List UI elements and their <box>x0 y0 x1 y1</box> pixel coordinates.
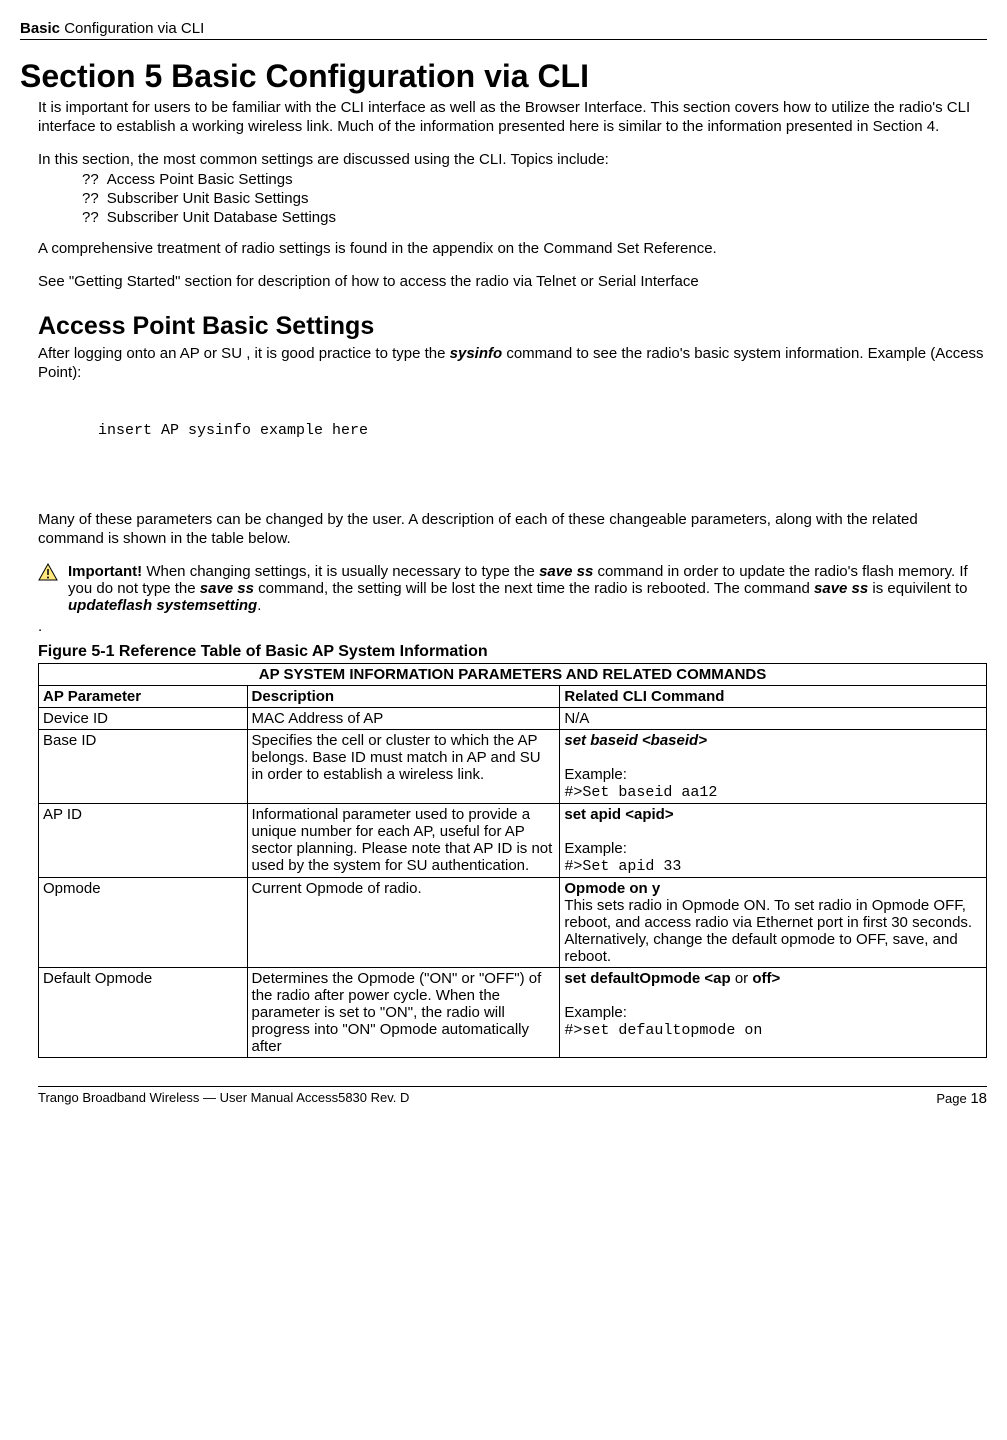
list-item-label: Subscriber Unit Basic Settings <box>107 190 309 207</box>
cell-param: Device ID <box>39 707 248 729</box>
bullet-mark: ?? <box>82 171 99 188</box>
page-footer: Trango Broadband Wireless — User Manual … <box>38 1086 987 1107</box>
cell-desc: Informational parameter used to provide … <box>247 803 560 877</box>
aps-paragraph-2: Many of these parameters can be changed … <box>38 511 987 549</box>
header-bold: Basic <box>20 20 60 37</box>
cell-cmd: set baseid <baseid> Example: #>Set basei… <box>560 729 987 803</box>
imp-cmd3: save ss <box>814 580 868 597</box>
cmd-example-label: Example: <box>564 840 627 857</box>
cmd-example-label: Example: <box>564 1004 627 1021</box>
imp-c: command, the setting will be lost the ne… <box>254 580 814 597</box>
cell-cmd: Opmode on y This sets radio in Opmode ON… <box>560 877 987 967</box>
imp-cmd1: save ss <box>539 563 593 580</box>
table-row: Device ID MAC Address of AP N/A <box>39 707 987 729</box>
table-head-1: AP Parameter <box>39 685 248 707</box>
dot-line: . <box>38 618 987 635</box>
cell-desc: Current Opmode of radio. <box>247 877 560 967</box>
intro-paragraph-2: In this section, the most common setting… <box>38 151 987 170</box>
header-rest: Configuration via CLI <box>60 20 204 37</box>
list-item-label: Subscriber Unit Database Settings <box>107 209 336 226</box>
imp-cmd4: updateflash systemsetting <box>68 597 257 614</box>
aps-p1a: After logging onto an AP or SU , it is g… <box>38 345 450 362</box>
figure-caption: Figure 5-1 Reference Table of Basic AP S… <box>38 643 987 661</box>
cmd-bold: set apid <apid> <box>564 806 673 823</box>
cmd-bold: set baseid <baseid> <box>564 732 707 749</box>
list-item-label: Access Point Basic Settings <box>107 171 293 188</box>
cell-cmd: N/A <box>560 707 987 729</box>
cmd-text: This sets radio in Opmode ON. To set rad… <box>564 897 972 965</box>
imp-e: . <box>257 597 261 614</box>
warning-block: Important! When changing settings, it is… <box>38 563 987 614</box>
table-head-2: Description <box>247 685 560 707</box>
reference-table: AP SYSTEM INFORMATION PARAMETERS AND REL… <box>38 663 987 1058</box>
imp-a: When changing settings, it is usually ne… <box>142 563 539 580</box>
cell-param: Opmode <box>39 877 248 967</box>
warning-icon <box>38 563 58 581</box>
header-title-line: Basic Configuration via CLI <box>20 20 987 40</box>
table-row: AP ID Informational parameter used to pr… <box>39 803 987 877</box>
table-title: AP SYSTEM INFORMATION PARAMETERS AND REL… <box>39 663 987 685</box>
imp-d: is equivilent to <box>868 580 967 597</box>
cell-cmd: set defaultOpmode <ap or off> Example: #… <box>560 967 987 1057</box>
aps-heading: Access Point Basic Settings <box>38 312 987 341</box>
table-row: Default Opmode Determines the Opmode ("O… <box>39 967 987 1057</box>
paragraph-cmd-reference: A comprehensive treatment of radio setti… <box>38 240 987 259</box>
table-row: Opmode Current Opmode of radio. Opmode o… <box>39 877 987 967</box>
cmd-example-code: #>Set apid 33 <box>564 858 681 875</box>
important-label: Important! <box>68 563 142 580</box>
list-item: ?? Subscriber Unit Database Settings <box>82 209 987 226</box>
topics-list: ?? Access Point Basic Settings ?? Subscrib… <box>82 171 987 226</box>
cmd-bold-b: off> <box>748 970 780 987</box>
footer-left: Trango Broadband Wireless — User Manual … <box>38 1090 409 1107</box>
cmd-example-code: #>Set baseid aa12 <box>564 784 717 801</box>
cmd-example-code: #>set defaultopmode on <box>564 1022 762 1039</box>
bullet-mark: ?? <box>82 190 99 207</box>
cmd-mid: or <box>735 970 748 987</box>
intro-paragraph-1: It is important for users to be familiar… <box>38 99 987 137</box>
cell-param: Default Opmode <box>39 967 248 1057</box>
list-item: ?? Subscriber Unit Basic Settings <box>82 190 987 207</box>
footer-page-number: 18 <box>970 1090 987 1107</box>
cell-param: Base ID <box>39 729 248 803</box>
cmd-bold-a: set defaultOpmode <ap <box>564 970 734 987</box>
cell-desc: Determines the Opmode ("ON" or "OFF") of… <box>247 967 560 1057</box>
paragraph-getting-started: See "Getting Started" section for descri… <box>38 273 987 292</box>
list-item: ?? Access Point Basic Settings <box>82 171 987 188</box>
footer-right: Page 18 <box>936 1090 987 1107</box>
imp-cmd2: save ss <box>200 580 254 597</box>
section-title: Section 5 Basic Configuration via CLI <box>20 58 987 95</box>
table-head-3: Related CLI Command <box>560 685 987 707</box>
code-placeholder: insert AP sysinfo example here <box>98 422 987 441</box>
cmd-bold: Opmode on y <box>564 880 660 897</box>
bullet-mark: ?? <box>82 209 99 226</box>
cell-desc: MAC Address of AP <box>247 707 560 729</box>
cell-desc: Specifies the cell or cluster to which t… <box>247 729 560 803</box>
aps-p1-cmd: sysinfo <box>450 345 503 362</box>
table-row: Base ID Specifies the cell or cluster to… <box>39 729 987 803</box>
cmd-example-label: Example: <box>564 766 627 783</box>
footer-page-label: Page <box>936 1091 970 1106</box>
cell-cmd: set apid <apid> Example: #>Set apid 33 <box>560 803 987 877</box>
warning-text: Important! When changing settings, it is… <box>68 563 987 614</box>
aps-paragraph-1: After logging onto an AP or SU , it is g… <box>38 345 987 383</box>
cell-param: AP ID <box>39 803 248 877</box>
